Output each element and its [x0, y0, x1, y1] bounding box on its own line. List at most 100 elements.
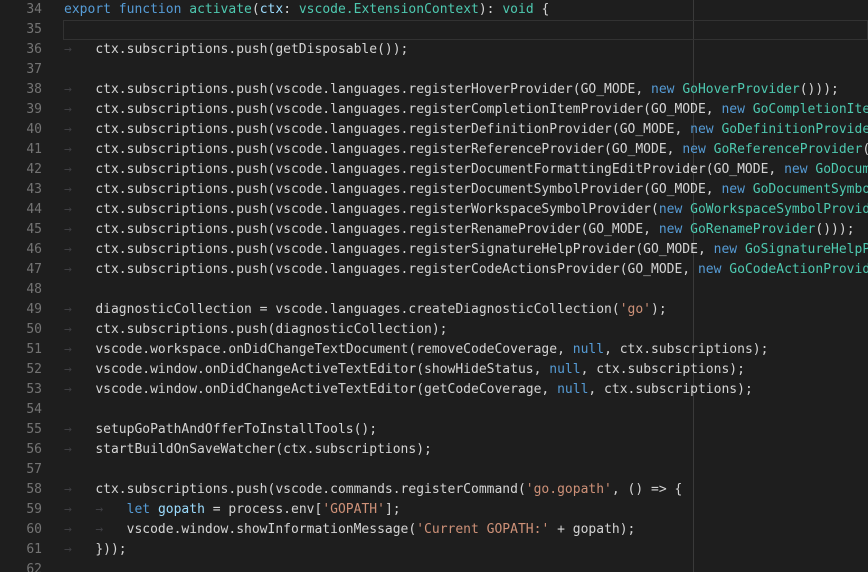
code-line[interactable]: 55→ setupGoPathAndOfferToInstallTools();	[0, 420, 868, 440]
tab-indent-arrow-icon: →	[64, 422, 95, 437]
code-line[interactable]: 45 → ctx.subscriptions.push(vscode.langua…	[0, 220, 868, 240]
token-str: 'go'	[620, 302, 651, 317]
line-number[interactable]: 54	[0, 400, 42, 420]
code-line[interactable]: 59→ → let gopath = process.env['GOPATH']…	[0, 500, 868, 520]
line-number[interactable]: 46	[0, 240, 42, 260]
line-number[interactable]: 62	[0, 560, 42, 572]
tab-indent-arrow-icon: →	[64, 502, 95, 517]
code-line[interactable]: 42→ ctx.subscriptions.push(vscode.langua…	[0, 160, 868, 180]
line-number[interactable]: 36	[0, 40, 42, 60]
code-line[interactable]: 40→ ctx.subscriptions.push(vscode.langua…	[0, 120, 868, 140]
line-number[interactable]: 61	[0, 540, 42, 560]
code-text: → vscode.window.onDidChangeActiveTextEdi…	[64, 380, 753, 400]
code-line[interactable]: 50 → ctx.subscriptions.push(diagnosticCol…	[0, 320, 868, 340]
code-line[interactable]: 47 → ctx.subscriptions.push(vscode.langua…	[0, 260, 868, 280]
code-line[interactable]: 34export function activate(ctx: vscode.E…	[0, 0, 868, 20]
code-text: → ctx.subscriptions.push(vscode.language…	[64, 260, 868, 280]
code-line[interactable]: 56→ startBuildOnSaveWatcher(ctx.subscrip…	[0, 440, 868, 460]
line-number[interactable]: 40	[0, 120, 42, 140]
code-line[interactable]: 61→ }));	[0, 540, 868, 560]
code-line[interactable]: 39 → ctx.subscriptions.push(vscode.langua…	[0, 100, 868, 120]
token-txt: }));	[95, 542, 126, 557]
code-line[interactable]: 44→ ctx.subscriptions.push(vscode.langua…	[0, 200, 868, 220]
token-txt: = process.env[	[205, 502, 322, 517]
tab-indent-arrow-icon: →	[64, 222, 95, 237]
code-line[interactable]: 54	[0, 400, 868, 420]
token-type: activate	[189, 2, 252, 17]
token-txt: , () => {	[612, 482, 682, 497]
line-number[interactable]: 45	[0, 220, 42, 240]
code-line[interactable]: 58 → ctx.subscriptions.push(vscode.comman…	[0, 480, 868, 500]
token-txt: ctx.subscriptions.push(vscode.languages.…	[95, 102, 721, 117]
code-line[interactable]: 49→ diagnosticCollection = vscode.langua…	[0, 300, 868, 320]
code-line[interactable]: 43 → ctx.subscriptions.push(vscode.langua…	[0, 180, 868, 200]
code-line[interactable]: 37	[0, 60, 868, 80]
token-txt: ctx.subscriptions.push(vscode.commands.r…	[95, 482, 525, 497]
code-text: → ctx.subscriptions.push(vscode.language…	[64, 240, 868, 260]
code-line[interactable]: 62	[0, 560, 868, 572]
line-number[interactable]: 55	[0, 420, 42, 440]
token-txt: vscode.window.onDidChangeActiveTextEdito…	[95, 382, 557, 397]
code-line[interactable]: 60→ → vscode.window.showInformationMessa…	[0, 520, 868, 540]
line-number[interactable]: 43	[0, 180, 42, 200]
tab-indent-arrow-icon: →	[95, 502, 126, 517]
token-txt: vscode.window.onDidChangeActiveTextEdito…	[95, 362, 549, 377]
code-line[interactable]: 41→ ctx.subscriptions.push(vscode.langua…	[0, 140, 868, 160]
code-line[interactable]: 36→ ctx.subscriptions.push(getDisposable…	[0, 40, 868, 60]
token-var: gopath	[158, 502, 205, 517]
token-txt: :	[283, 2, 299, 17]
token-txt: );	[651, 302, 667, 317]
line-number[interactable]: 52	[0, 360, 42, 380]
code-text: → ctx.subscriptions.push(vscode.language…	[64, 80, 839, 100]
code-line[interactable]: 38 → ctx.subscriptions.push(vscode.langua…	[0, 80, 868, 100]
line-number[interactable]: 57	[0, 460, 42, 480]
line-number[interactable]: 47	[0, 260, 42, 280]
code-line[interactable]: 51→ vscode.workspace.onDidChangeTextDocu…	[0, 340, 868, 360]
line-number[interactable]: 44	[0, 200, 42, 220]
code-text: → ctx.subscriptions.push(vscode.language…	[64, 180, 868, 200]
code-line[interactable]: 53 → vscode.window.onDidChangeActiveTextE…	[0, 380, 868, 400]
code-line[interactable]: 35	[0, 20, 868, 40]
line-number[interactable]: 53	[0, 380, 42, 400]
token-txt	[745, 182, 753, 197]
code-line[interactable]: 57	[0, 460, 868, 480]
code-line[interactable]: 46 → ctx.subscriptions.push(vscode.langua…	[0, 240, 868, 260]
code-editor[interactable]: 34export function activate(ctx: vscode.E…	[0, 0, 868, 572]
line-number[interactable]: 49	[0, 300, 42, 320]
token-type: GoDocumentFormattingEditProvider	[815, 162, 868, 177]
line-number[interactable]: 60	[0, 520, 42, 540]
token-type: GoWorkspaceSymbolProvider	[690, 202, 868, 217]
token-txt: ctx.subscriptions.push(vscode.languages.…	[95, 222, 659, 237]
token-txt: ()));	[815, 222, 854, 237]
line-number[interactable]: 34	[0, 0, 42, 20]
token-txt: ctx.subscriptions.push(vscode.languages.…	[95, 182, 721, 197]
code-text: → ctx.subscriptions.push(diagnosticColle…	[64, 320, 448, 340]
line-number[interactable]: 42	[0, 160, 42, 180]
line-number[interactable]: 59	[0, 500, 42, 520]
token-kw: new	[690, 122, 713, 137]
line-number[interactable]: 37	[0, 60, 42, 80]
code-text: → ctx.subscriptions.push(vscode.language…	[64, 220, 855, 240]
line-number[interactable]: 51	[0, 340, 42, 360]
line-number[interactable]: 50	[0, 320, 42, 340]
token-txt: (	[252, 2, 260, 17]
code-line[interactable]: 52→ vscode.window.onDidChangeActiveTextE…	[0, 360, 868, 380]
current-line-highlight	[63, 20, 868, 40]
token-type: GoDefinitionProvider	[721, 122, 868, 137]
token-txt: + gopath);	[549, 522, 635, 537]
line-number[interactable]: 35	[0, 20, 42, 40]
token-str: 'go.gopath'	[526, 482, 612, 497]
code-line[interactable]: 48	[0, 280, 868, 300]
line-number[interactable]: 38	[0, 80, 42, 100]
token-txt	[737, 242, 745, 257]
token-txt: , ctx.subscriptions);	[604, 342, 768, 357]
line-number[interactable]: 58	[0, 480, 42, 500]
line-number[interactable]: 56	[0, 440, 42, 460]
line-number[interactable]: 41	[0, 140, 42, 160]
line-number[interactable]: 39	[0, 100, 42, 120]
line-number[interactable]: 48	[0, 280, 42, 300]
code-text: → ctx.subscriptions.push(vscode.commands…	[64, 480, 682, 500]
code-text: → ctx.subscriptions.push(vscode.language…	[64, 100, 868, 120]
tab-indent-arrow-icon: →	[64, 322, 95, 337]
token-txt: startBuildOnSaveWatcher(ctx.subscription…	[95, 442, 432, 457]
